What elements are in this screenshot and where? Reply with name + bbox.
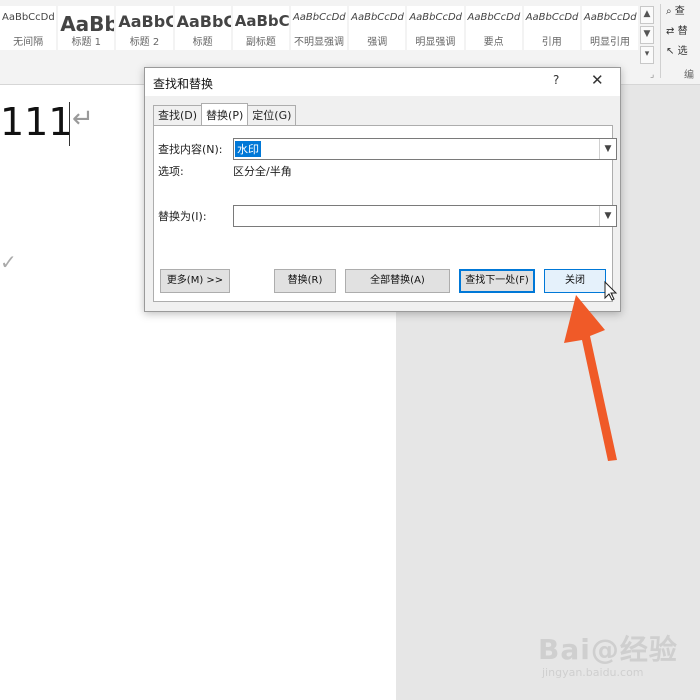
mouse-cursor-icon bbox=[604, 280, 618, 301]
watermark: Bai@经验 jingyan.baidu.com bbox=[538, 628, 678, 679]
watermark-logo: Bai@经验 bbox=[538, 633, 678, 666]
annotation-arrow bbox=[564, 280, 618, 461]
watermark-url: jingyan.baidu.com bbox=[542, 666, 644, 679]
annotation-arrow-shape bbox=[564, 295, 617, 461]
tab-replace[interactable]: 替换(P) bbox=[201, 103, 249, 125]
